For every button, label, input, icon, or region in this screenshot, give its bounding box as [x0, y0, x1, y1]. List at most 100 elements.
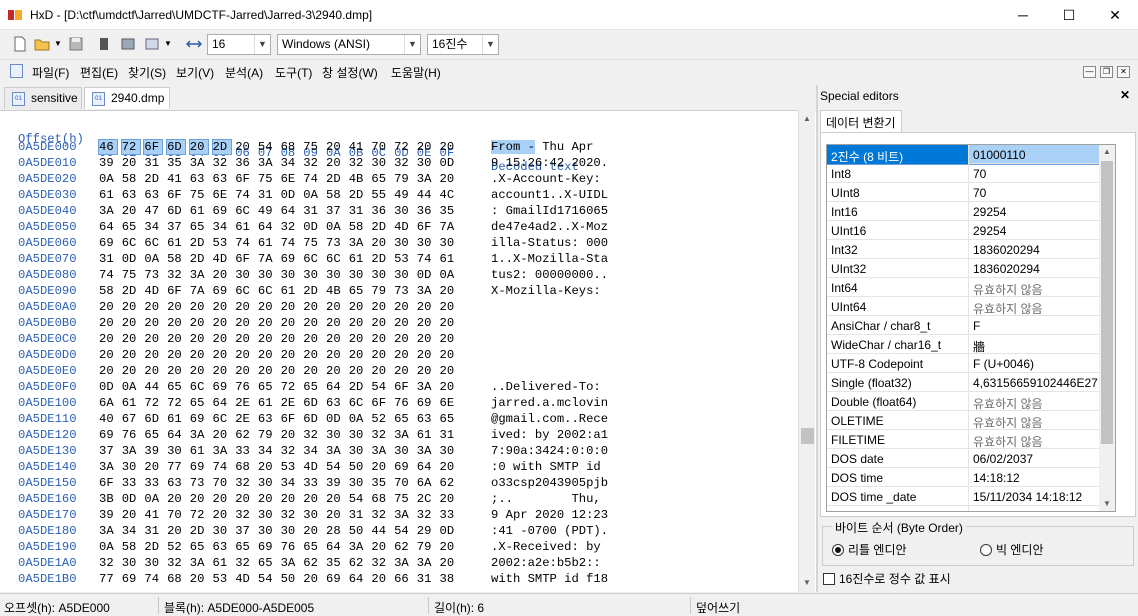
- decoded-text[interactable]: 7:90a:3424:0:0:0: [491, 444, 608, 458]
- hex-byte[interactable]: 74: [99, 268, 117, 282]
- hex-byte[interactable]: 20: [258, 492, 276, 506]
- new-file-icon[interactable]: [12, 36, 28, 52]
- save-icon[interactable]: [68, 36, 84, 52]
- hex-byte[interactable]: 6C: [144, 236, 162, 250]
- hex-byte[interactable]: 20: [303, 572, 321, 586]
- hex-byte[interactable]: 73: [144, 268, 162, 282]
- inspector-value[interactable]: 牆: [973, 338, 985, 355]
- hex-byte[interactable]: 74: [235, 188, 253, 202]
- big-endian-radio[interactable]: 빅 엔디안: [980, 541, 1044, 558]
- hex-byte[interactable]: 0A: [122, 380, 140, 394]
- hex-byte[interactable]: 20: [190, 492, 208, 506]
- inspector-value[interactable]: F: [973, 319, 980, 333]
- inspector-value[interactable]: 유효하지 않음: [973, 433, 1043, 450]
- hex-byte[interactable]: 30: [349, 476, 367, 490]
- hex-byte[interactable]: 73: [394, 284, 412, 298]
- hex-byte[interactable]: 64: [281, 204, 299, 218]
- hex-byte[interactable]: 30: [122, 460, 140, 474]
- hex-byte[interactable]: 2D: [349, 188, 367, 202]
- hex-byte[interactable]: 20: [99, 364, 117, 378]
- menu-edit[interactable]: 편집(E): [80, 64, 118, 81]
- hex-byte[interactable]: 36: [417, 204, 435, 218]
- decoded-text[interactable]: :41 -0700 (PDT).: [491, 524, 608, 538]
- hex-byte[interactable]: 0D: [281, 188, 299, 202]
- hex-byte[interactable]: 6C: [349, 396, 367, 410]
- hex-byte[interactable]: 54: [349, 492, 367, 506]
- hex-byte[interactable]: 4D: [144, 284, 162, 298]
- hex-byte[interactable]: 20: [190, 300, 208, 314]
- hex-byte[interactable]: 31: [99, 252, 117, 266]
- hex-byte[interactable]: 58: [167, 252, 185, 266]
- hex-byte[interactable]: 20: [440, 140, 458, 154]
- hex-byte[interactable]: 79: [394, 172, 412, 186]
- tab-sensitive[interactable]: 01 sensitive: [4, 87, 82, 109]
- hex-byte[interactable]: 32: [235, 556, 253, 570]
- hex-row[interactable]: 0A5DE170 39 20 41 70 72 20 32 30 32 30 20 31 32 3A 32 33…: [0, 508, 790, 524]
- hex-byte[interactable]: 20: [303, 364, 321, 378]
- hex-byte[interactable]: 2D: [371, 220, 389, 234]
- hex-byte[interactable]: 20: [440, 300, 458, 314]
- hex-byte[interactable]: 20: [326, 156, 344, 170]
- hex-byte[interactable]: 7A: [190, 284, 208, 298]
- hex-byte[interactable]: 75: [303, 236, 321, 250]
- hex-byte[interactable]: 20: [122, 364, 140, 378]
- hex-byte[interactable]: 58: [349, 220, 367, 234]
- hex-byte[interactable]: 20: [371, 332, 389, 346]
- hex-byte[interactable]: 20: [371, 572, 389, 586]
- hex-byte[interactable]: 70: [167, 508, 185, 522]
- hex-byte[interactable]: 29: [417, 524, 435, 538]
- hex-byte[interactable]: 20: [303, 524, 321, 538]
- hex-byte[interactable]: 20: [349, 348, 367, 362]
- hex-byte[interactable]: 20: [167, 492, 185, 506]
- hex-byte[interactable]: 0D: [417, 268, 435, 282]
- hex-byte[interactable]: 37: [167, 220, 185, 234]
- hex-byte[interactable]: 0A: [99, 172, 117, 186]
- hex-byte[interactable]: 0D: [122, 252, 140, 266]
- hex-byte[interactable]: 20: [303, 348, 321, 362]
- hex-byte[interactable]: 6D: [303, 396, 321, 410]
- hex-byte[interactable]: 20: [235, 348, 253, 362]
- hex-byte[interactable]: 74: [144, 572, 162, 586]
- hex-byte[interactable]: 20: [440, 364, 458, 378]
- hex-byte[interactable]: 61: [440, 252, 458, 266]
- decoded-text[interactable]: account1..X-UIDL: [491, 188, 608, 202]
- menu-view[interactable]: 보기(V): [176, 64, 214, 81]
- hex-byte[interactable]: 20: [258, 300, 276, 314]
- hex-byte[interactable]: 65: [190, 540, 208, 554]
- hex-byte[interactable]: 4D: [394, 220, 412, 234]
- inspector-value[interactable]: 15/11/2034 14:18:12: [973, 490, 1082, 504]
- hex-byte[interactable]: 30: [349, 428, 367, 442]
- inspector-row[interactable]: WideChar / char16_t 牆: [827, 335, 1115, 355]
- hex-byte[interactable]: 4D: [303, 460, 321, 474]
- hex-byte[interactable]: 0D: [99, 380, 117, 394]
- hex-byte[interactable]: 61: [258, 396, 276, 410]
- hex-byte[interactable]: 39: [99, 508, 117, 522]
- inspector-row[interactable]: Single (float32) 4,63156659102446E27: [827, 373, 1115, 392]
- hex-byte[interactable]: 20: [281, 332, 299, 346]
- hex-byte[interactable]: 20: [281, 348, 299, 362]
- hex-byte[interactable]: 20: [394, 348, 412, 362]
- hex-byte[interactable]: 20: [371, 300, 389, 314]
- hex-byte[interactable]: 6D: [303, 412, 321, 426]
- open-folder-icon[interactable]: [34, 36, 50, 52]
- hex-byte[interactable]: 20: [235, 140, 253, 154]
- hex-byte[interactable]: 46: [98, 139, 118, 155]
- hex-byte[interactable]: 30: [303, 508, 321, 522]
- hex-byte[interactable]: 70: [371, 140, 389, 154]
- hex-byte[interactable]: 0A: [326, 220, 344, 234]
- hex-byte[interactable]: 32: [281, 220, 299, 234]
- hex-byte[interactable]: 32: [349, 156, 367, 170]
- hex-byte[interactable]: 20: [417, 364, 435, 378]
- hex-byte[interactable]: 35: [167, 156, 185, 170]
- inspector-row[interactable]: Double (float64) 유효하지 않음: [827, 392, 1115, 411]
- hex-byte[interactable]: 4B: [326, 284, 344, 298]
- decoded-text[interactable]: ..Delivered-To:: [491, 380, 608, 394]
- decoded-text[interactable]: with SMTP id f18: [491, 572, 608, 586]
- hex-byte[interactable]: 64: [417, 460, 435, 474]
- inspector-value[interactable]: 06/02/2037: [973, 452, 1033, 466]
- hex-byte[interactable]: 20: [213, 492, 231, 506]
- hex-byte[interactable]: 53: [281, 460, 299, 474]
- hex-byte[interactable]: 20: [281, 300, 299, 314]
- hex-byte[interactable]: 6C: [190, 380, 208, 394]
- hex-byte[interactable]: 63: [144, 188, 162, 202]
